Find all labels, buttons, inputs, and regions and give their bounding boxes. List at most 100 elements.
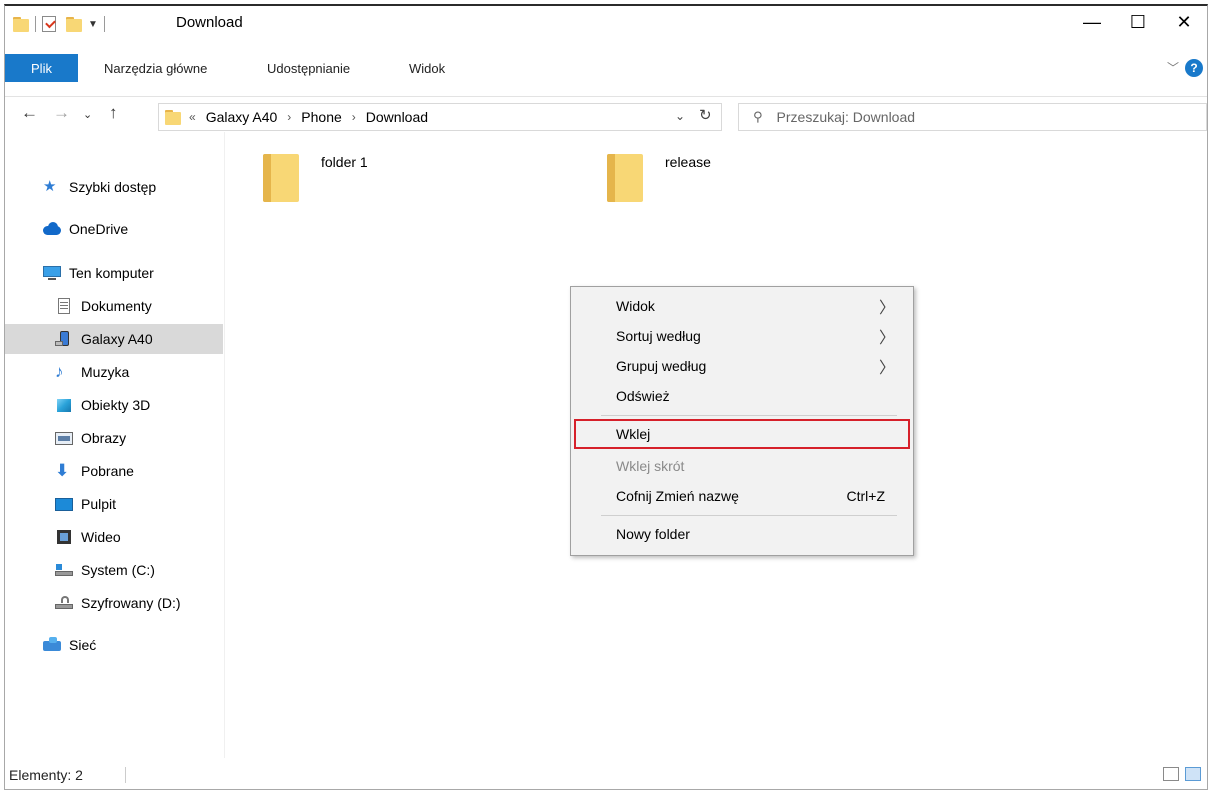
properties-icon[interactable]: [42, 16, 56, 32]
sidebar-item-galaxy-a40[interactable]: Galaxy A40: [5, 324, 223, 354]
title-bar: ▼ Download — ☐ ✕: [5, 6, 1207, 40]
close-button[interactable]: ✕: [1161, 6, 1207, 38]
menu-item-refresh[interactable]: Odśwież: [571, 381, 913, 411]
menu-separator: [601, 415, 897, 416]
minimize-button[interactable]: —: [1069, 6, 1115, 38]
chevron-right-icon[interactable]: ›: [352, 110, 356, 124]
recent-locations-icon[interactable]: ⌄: [83, 108, 92, 121]
cloud-icon: [43, 221, 61, 237]
address-dropdown-icon[interactable]: ⌄: [675, 109, 685, 123]
back-button[interactable]: ←: [21, 103, 38, 123]
sidebar-item-label: Ten komputer: [69, 265, 154, 281]
folder-item[interactable]: folder 1: [263, 142, 368, 202]
quick-access-toolbar: ▼: [13, 14, 111, 34]
maximize-button[interactable]: ☐: [1115, 6, 1161, 38]
refresh-icon[interactable]: ↻: [699, 106, 712, 124]
sidebar-item-system-c[interactable]: System (C:): [5, 555, 223, 585]
sidebar-item-label: Sieć: [69, 637, 97, 653]
folder-icon: [165, 109, 181, 125]
star-icon: ★: [43, 178, 57, 195]
folder-name: release: [665, 154, 711, 170]
folder-name: folder 1: [321, 154, 368, 170]
downloads-icon: ⬇: [55, 461, 70, 480]
overflow-chevron[interactable]: «: [189, 110, 196, 124]
sidebar-item-label: Obiekty 3D: [81, 397, 151, 413]
sidebar-item-label: Pulpit: [81, 496, 117, 512]
network-icon: [43, 637, 61, 653]
chevron-right-icon: 〉: [878, 330, 895, 347]
sidebar-item-label: Dokumenty: [81, 298, 152, 314]
tab-home[interactable]: Narzędzia główne: [104, 54, 207, 82]
computer-icon: [43, 265, 61, 281]
address-bar[interactable]: « Galaxy A40 › Phone › Download: [158, 103, 722, 131]
sidebar-item-music[interactable]: ♪ Muzyka: [5, 357, 223, 387]
item-count: Elementy: 2: [9, 767, 83, 783]
sidebar-item-video[interactable]: Wideo: [5, 522, 223, 552]
sidebar-item-label: System (C:): [81, 562, 155, 578]
menu-item-undo-rename[interactable]: Cofnij Zmień nazwę Ctrl+Z: [571, 481, 913, 511]
sidebar-item-label: Szyfrowany (D:): [81, 595, 181, 611]
search-input[interactable]: ⚲ Przeszukaj: Download: [738, 103, 1207, 131]
sidebar-item-label: Muzyka: [81, 364, 130, 380]
menu-item-label: Nowy folder: [616, 526, 690, 542]
sidebar-item-pictures[interactable]: Obrazy: [5, 423, 223, 453]
breadcrumb-phone[interactable]: Phone: [301, 109, 341, 125]
menu-item-label: Cofnij Zmień nazwę: [616, 488, 739, 504]
customize-toolbar-dropdown-icon[interactable]: ▼: [88, 19, 98, 30]
sidebar-item-encrypted-d[interactable]: Szyfrowany (D:): [5, 588, 223, 618]
music-icon: ♪: [55, 362, 64, 381]
breadcrumb-galaxy[interactable]: Galaxy A40: [206, 109, 278, 125]
menu-separator: [601, 515, 897, 516]
folder-item[interactable]: release: [607, 142, 711, 202]
breadcrumb-download[interactable]: Download: [366, 109, 428, 125]
chevron-right-icon[interactable]: ›: [287, 110, 291, 124]
sidebar-item-documents[interactable]: Dokumenty: [5, 291, 223, 321]
folder-icon: [263, 142, 301, 202]
context-menu: Widok 〉 Sortuj według 〉 Grupuj według 〉 …: [570, 286, 914, 556]
menu-item-label: Sortuj według: [616, 328, 701, 344]
sidebar-item-label: Pobrane: [81, 463, 134, 479]
expand-ribbon-icon[interactable]: ﹀: [1167, 59, 1179, 76]
pictures-icon: [55, 430, 73, 446]
drive-icon: [55, 562, 73, 578]
menu-item-label: Wklej skrót: [616, 458, 685, 474]
forward-button[interactable]: →: [53, 103, 70, 123]
explorer-window: ▼ Download — ☐ ✕ Plik Narzędzia główne U…: [4, 4, 1208, 790]
status-separator: [125, 767, 126, 783]
documents-icon: [55, 298, 73, 314]
tab-view[interactable]: Widok: [409, 54, 445, 82]
search-placeholder: Przeszukaj: Download: [776, 109, 916, 125]
sidebar-item-3d-objects[interactable]: Obiekty 3D: [5, 390, 223, 420]
up-button[interactable]: ↑: [109, 103, 118, 123]
tab-share[interactable]: Udostępnianie: [267, 54, 350, 82]
menu-item-group-by[interactable]: Grupuj według 〉: [571, 351, 913, 381]
address-row: ← → ⌄ ↑ « Galaxy A40 › Phone › Download …: [5, 96, 1207, 132]
details-view-icon[interactable]: [1163, 767, 1179, 781]
sidebar-item-label: OneDrive: [69, 221, 129, 237]
large-icons-view-icon[interactable]: [1185, 767, 1201, 781]
sidebar-item-label: Szybki dostęp: [69, 179, 157, 195]
video-icon: [55, 529, 73, 545]
menu-item-view[interactable]: Widok 〉: [571, 291, 913, 321]
tab-file[interactable]: Plik: [5, 54, 78, 82]
new-folder-icon[interactable]: [66, 16, 82, 32]
window-title: Download: [176, 14, 243, 31]
help-icon[interactable]: ?: [1185, 59, 1203, 77]
desktop-icon: [55, 496, 73, 512]
menu-item-paste-shortcut[interactable]: Wklej skrót: [571, 451, 913, 481]
sidebar-item-label: Wideo: [81, 529, 121, 545]
menu-item-sort-by[interactable]: Sortuj według 〉: [571, 321, 913, 351]
sidebar-item-desktop[interactable]: Pulpit: [5, 489, 223, 519]
menu-item-label: Wklej: [616, 426, 651, 442]
menu-item-label: Odśwież: [616, 388, 670, 404]
menu-item-shortcut: Ctrl+Z: [846, 488, 886, 504]
menu-item-label: Widok: [616, 298, 655, 314]
sidebar-item-downloads[interactable]: ⬇ Pobrane: [5, 456, 223, 486]
menu-item-new-folder[interactable]: Nowy folder: [571, 519, 913, 549]
folder-icon: [607, 142, 645, 202]
menu-item-paste[interactable]: Wklej: [574, 419, 910, 449]
encrypted-drive-icon: [55, 595, 73, 611]
toolbar-separator: [103, 16, 105, 32]
chevron-right-icon: 〉: [878, 360, 895, 377]
sidebar-item-label: Galaxy A40: [81, 331, 153, 347]
